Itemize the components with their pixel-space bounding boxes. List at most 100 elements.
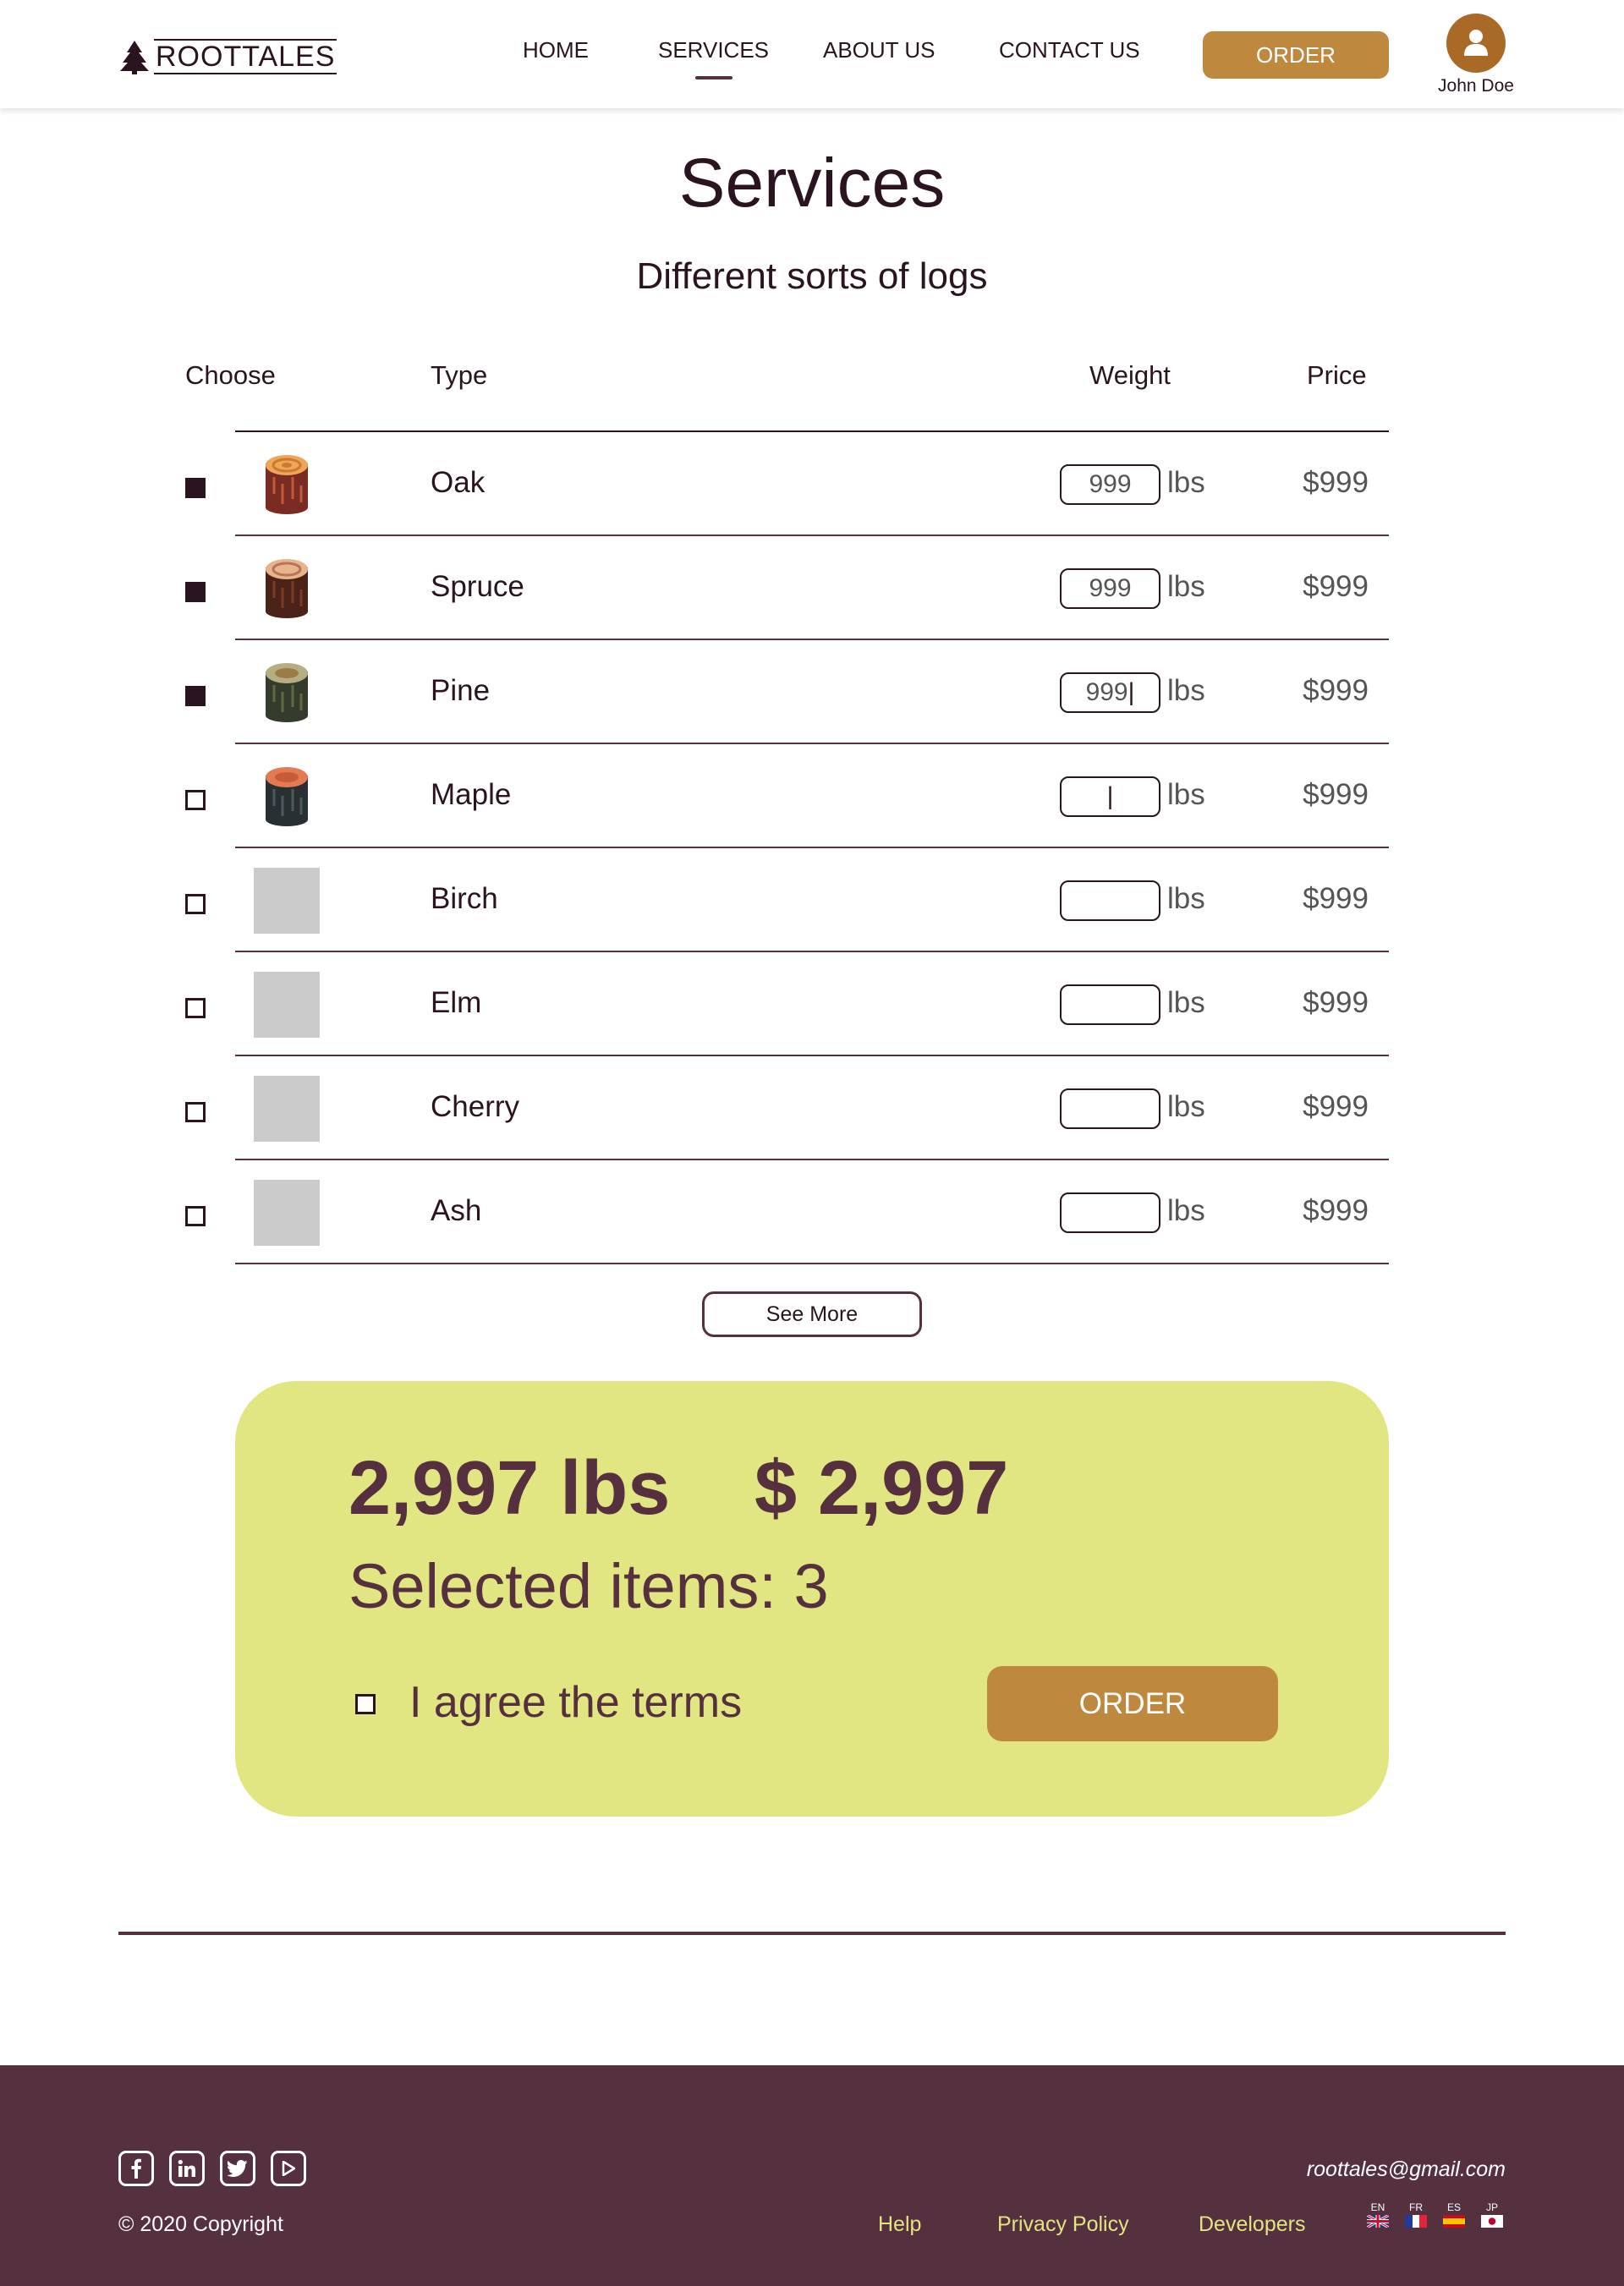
row-price: $999 <box>1303 1090 1369 1123</box>
row-type: Ash <box>431 1194 482 1227</box>
row-checkbox[interactable] <box>185 582 206 602</box>
row-checkbox[interactable] <box>185 478 206 498</box>
row-checkbox[interactable] <box>185 686 206 706</box>
france-flag-icon <box>1405 2215 1427 2228</box>
weight-input[interactable] <box>1060 1088 1160 1129</box>
section-divider <box>118 1932 1506 1935</box>
japan-flag-icon <box>1481 2215 1503 2228</box>
table-row: Ash lbs $999 <box>0 1160 1624 1264</box>
row-checkbox[interactable] <box>185 790 206 810</box>
total-weight: 2,997 lbs <box>348 1446 671 1531</box>
nav-about-us[interactable]: ABOUT US <box>823 37 935 63</box>
maple-log-icon <box>266 767 308 826</box>
table-row: Pine 999| lbs $999 <box>0 640 1624 744</box>
footer-link-developers[interactable]: Developers <box>1199 2212 1305 2237</box>
lang-fr[interactable]: FR <box>1403 2201 1429 2228</box>
uk-flag-icon <box>1367 2215 1389 2228</box>
agree-terms-label[interactable]: I agree the terms <box>409 1677 742 1728</box>
row-checkbox[interactable] <box>185 894 206 914</box>
col-header-weight: Weight <box>1089 360 1171 390</box>
weight-value: 999 <box>1089 470 1132 498</box>
row-price: $999 <box>1303 778 1369 811</box>
nav-services[interactable]: SERVICES <box>658 37 769 63</box>
contact-email[interactable]: roottales@gmail.com <box>1307 2157 1506 2182</box>
weight-unit: lbs <box>1167 570 1205 603</box>
row-price: $999 <box>1303 986 1369 1019</box>
row-price: $999 <box>1303 466 1369 499</box>
weight-unit: lbs <box>1167 1194 1205 1227</box>
nav-home[interactable]: HOME <box>523 37 589 63</box>
linkedin-icon[interactable] <box>169 2151 205 2186</box>
table-row: Maple | lbs $999 <box>0 744 1624 848</box>
youtube-icon[interactable] <box>271 2151 306 2186</box>
weight-unit: lbs <box>1167 778 1205 811</box>
agree-terms-checkbox[interactable] <box>355 1694 376 1714</box>
row-divider <box>235 1263 1389 1264</box>
weight-input[interactable] <box>1060 1192 1160 1233</box>
row-price: $999 <box>1303 882 1369 915</box>
footer: © 2020 Copyright roottales@gmail.com Hel… <box>0 2065 1624 2286</box>
row-checkbox[interactable] <box>185 1206 206 1226</box>
facebook-icon[interactable] <box>118 2151 154 2186</box>
image-placeholder <box>254 972 320 1038</box>
weight-input[interactable]: 999 <box>1060 464 1160 505</box>
lang-en[interactable]: EN <box>1365 2201 1391 2228</box>
weight-value: 999 <box>1089 574 1132 602</box>
lang-code: FR <box>1409 2201 1423 2213</box>
see-more-button[interactable]: See More <box>702 1291 922 1337</box>
nav-contact-us[interactable]: CONTACT US <box>999 37 1140 63</box>
user-profile[interactable]: John Doe <box>1429 14 1522 96</box>
row-price: $999 <box>1303 674 1369 707</box>
weight-input[interactable]: | <box>1060 776 1160 817</box>
avatar[interactable] <box>1446 14 1506 73</box>
language-switcher: EN FR ES JP <box>1365 2201 1505 2228</box>
pine-tree-icon <box>120 41 149 74</box>
lang-code: JP <box>1485 2201 1498 2213</box>
weight-value: 999 <box>1085 678 1128 706</box>
row-type: Pine <box>431 674 491 707</box>
selected-items-count: Selected items: 3 <box>348 1551 829 1621</box>
weight-unit: lbs <box>1167 466 1205 499</box>
row-price: $999 <box>1303 570 1369 603</box>
logo[interactable]: ROOTTALES <box>118 34 337 74</box>
copyright-text: © 2020 Copyright <box>118 2212 283 2236</box>
order-button[interactable]: ORDER <box>987 1666 1278 1741</box>
page-subtitle: Different sorts of logs <box>636 255 988 297</box>
spain-flag-icon <box>1443 2215 1465 2228</box>
lang-code: EN <box>1370 2201 1385 2213</box>
oak-log-icon <box>266 455 308 514</box>
header-order-button[interactable]: ORDER <box>1203 31 1389 79</box>
weight-unit: lbs <box>1167 986 1205 1019</box>
image-placeholder <box>254 1076 320 1142</box>
order-summary-card: 2,997 lbs $ 2,997 Selected items: 3 I ag… <box>235 1381 1389 1817</box>
footer-link-privacy-policy[interactable]: Privacy Policy <box>997 2212 1129 2237</box>
weight-input[interactable]: 999 <box>1060 568 1160 609</box>
user-name: John Doe <box>1438 76 1514 96</box>
spruce-log-icon <box>266 559 308 618</box>
lang-es[interactable]: ES <box>1441 2201 1467 2228</box>
row-type: Birch <box>431 882 498 915</box>
text-cursor: | <box>1106 782 1114 810</box>
weight-unit: lbs <box>1167 1090 1205 1123</box>
row-type: Cherry <box>431 1090 520 1123</box>
col-header-type: Type <box>431 360 488 390</box>
total-price: $ 2,997 <box>754 1446 1009 1531</box>
social-links <box>118 2151 306 2186</box>
top-navbar: ROOTTALES HOME SERVICES ABOUT US CONTACT… <box>0 0 1624 108</box>
lang-jp[interactable]: JP <box>1479 2201 1505 2228</box>
row-type: Oak <box>431 466 486 499</box>
weight-input[interactable] <box>1060 880 1160 921</box>
twitter-icon[interactable] <box>220 2151 255 2186</box>
weight-input[interactable]: 999| <box>1060 672 1160 713</box>
table-row: Spruce 999 lbs $999 <box>0 536 1624 640</box>
text-cursor: | <box>1127 678 1135 706</box>
row-type: Spruce <box>431 570 524 603</box>
row-checkbox[interactable] <box>185 1102 206 1122</box>
col-header-price: Price <box>1307 360 1367 390</box>
image-placeholder <box>254 868 320 934</box>
footer-link-help[interactable]: Help <box>878 2212 921 2237</box>
row-checkbox[interactable] <box>185 998 206 1018</box>
weight-input[interactable] <box>1060 984 1160 1025</box>
col-header-choose: Choose <box>185 360 276 390</box>
table-row: Cherry lbs $999 <box>0 1056 1624 1160</box>
